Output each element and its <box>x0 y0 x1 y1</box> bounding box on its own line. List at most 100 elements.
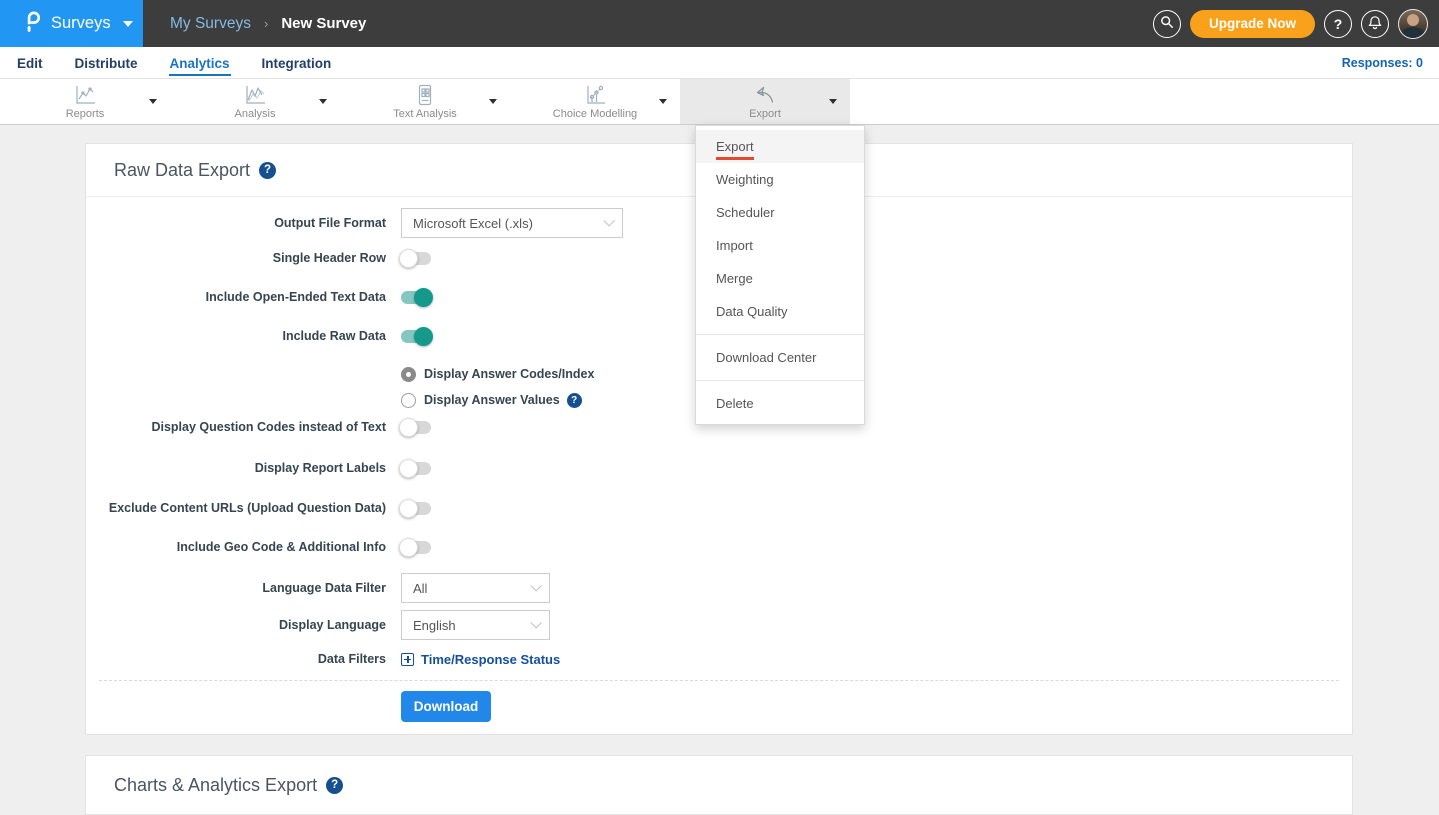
chevron-down-icon[interactable] <box>319 99 327 104</box>
geo-code-toggle[interactable] <box>401 541 431 554</box>
multi-line-chart-icon <box>242 83 268 107</box>
survey-nav: Edit Distribute Analytics Integration <box>0 47 1439 79</box>
menu-divider <box>696 380 864 381</box>
single-header-row-toggle[interactable] <box>401 252 431 265</box>
breadcrumb-my-surveys[interactable]: My Surveys <box>170 15 251 33</box>
chevron-down-icon[interactable] <box>829 99 837 104</box>
plus-square-icon <box>401 653 414 666</box>
toolbar-label: Analysis <box>235 108 276 120</box>
menu-item-download-center[interactable]: Download Center <box>696 341 864 374</box>
chevron-down-icon[interactable] <box>659 99 667 104</box>
field-label: Data Filters <box>86 652 386 666</box>
field-label: Display Language <box>86 618 386 632</box>
analytics-toolbar: Reports Analysis Text Analysis <box>0 79 1439 125</box>
field-label: Include Geo Code & Additional Info <box>86 540 386 554</box>
chevron-down-icon <box>530 617 541 628</box>
report-labels-row: Display Report Labels <box>86 458 1352 478</box>
menu-item-import[interactable]: Import <box>696 229 864 262</box>
field-label: Language Data Filter <box>86 581 386 595</box>
language-filter-row: Language Data Filter All <box>86 573 1352 603</box>
menu-item-weighting[interactable]: Weighting <box>696 163 864 196</box>
search-button[interactable] <box>1153 10 1181 38</box>
toolbar-label: Choice Modelling <box>553 108 637 120</box>
field-label: Single Header Row <box>86 251 386 265</box>
section-title: Charts & Analytics Export <box>114 775 317 796</box>
field-label: Display Question Codes instead of Text <box>86 420 386 434</box>
tab-edit[interactable]: Edit <box>16 50 44 76</box>
toolbar-item-export[interactable]: Export <box>680 79 850 124</box>
report-labels-toggle[interactable] <box>401 462 431 475</box>
include-open-ended-toggle[interactable] <box>401 291 431 304</box>
radio-label: Display Answer Codes/Index <box>424 367 594 381</box>
notifications-button[interactable] <box>1361 10 1389 38</box>
toolbar-item-text-analysis[interactable]: Text Analysis <box>340 79 510 124</box>
menu-item-delete[interactable]: Delete <box>696 387 864 420</box>
tab-integration[interactable]: Integration <box>261 50 333 76</box>
search-icon <box>1160 15 1174 32</box>
export-arrow-icon <box>752 83 778 107</box>
user-avatar[interactable] <box>1398 9 1428 39</box>
product-label: Surveys <box>51 14 111 33</box>
display-language-row: Display Language English <box>86 610 1352 640</box>
exclude-urls-row: Exclude Content URLs (Upload Question Da… <box>86 498 1352 518</box>
chevron-down-icon <box>603 215 614 226</box>
toolbar-label: Export <box>749 108 781 120</box>
exclude-urls-toggle[interactable] <box>401 502 431 515</box>
chevron-down-icon <box>530 580 541 591</box>
help-button[interactable]: ? <box>1324 10 1352 38</box>
topbar: Surveys My Surveys › New Survey Upgrade … <box>0 0 1439 47</box>
download-button[interactable]: Download <box>401 691 491 722</box>
geo-code-row: Include Geo Code & Additional Info <box>86 537 1352 557</box>
answer-codes-radio[interactable] <box>401 367 416 382</box>
toolbar-item-analysis[interactable]: Analysis <box>170 79 340 124</box>
help-circle-icon[interactable]: ? <box>326 777 343 794</box>
time-response-status-link[interactable]: Time/Response Status <box>401 652 560 667</box>
field-label: Include Open-Ended Text Data <box>86 290 386 304</box>
scatter-chart-icon <box>582 83 608 107</box>
radio-label: Display Answer Values <box>424 393 560 407</box>
product-switcher[interactable]: Surveys <box>0 0 143 47</box>
help-circle-icon[interactable]: ? <box>259 162 276 179</box>
export-dropdown-menu: Export Weighting Scheduler Import Merge … <box>695 125 865 425</box>
page-title: Raw Data Export <box>114 160 250 181</box>
question-mark-icon: ? <box>1334 16 1343 32</box>
card-header: Charts & Analytics Export ? <box>86 756 1352 814</box>
help-circle-icon[interactable]: ? <box>567 393 582 408</box>
responses-count: Responses: 0 <box>1342 47 1423 79</box>
answer-values-radio[interactable] <box>401 393 416 408</box>
menu-item-data-quality[interactable]: Data Quality <box>696 295 864 328</box>
breadcrumb-separator-icon: › <box>264 16 268 31</box>
chevron-down-icon[interactable] <box>149 99 157 104</box>
breadcrumb-current-survey: New Survey <box>281 15 366 32</box>
toolbar-label: Text Analysis <box>393 108 457 120</box>
language-filter-select[interactable]: All <box>401 573 550 603</box>
field-label: Exclude Content URLs (Upload Question Da… <box>86 501 386 515</box>
tab-distribute[interactable]: Distribute <box>74 50 139 76</box>
charts-analytics-export-card: Charts & Analytics Export ? <box>85 755 1353 815</box>
data-filters-row: Data Filters Time/Response Status <box>86 649 1352 669</box>
tab-analytics[interactable]: Analytics <box>169 50 231 76</box>
menu-item-merge[interactable]: Merge <box>696 262 864 295</box>
questionpro-logo-icon <box>22 8 41 39</box>
toolbar-item-choice-modelling[interactable]: Choice Modelling <box>510 79 680 124</box>
chevron-down-icon[interactable] <box>489 99 497 104</box>
include-raw-data-toggle[interactable] <box>401 330 431 343</box>
field-label: Include Raw Data <box>86 329 386 343</box>
upgrade-now-button[interactable]: Upgrade Now <box>1190 10 1315 38</box>
field-label: Display Report Labels <box>86 461 386 475</box>
breadcrumb: My Surveys › New Survey <box>170 0 366 47</box>
topbar-actions: Upgrade Now ? <box>1153 0 1428 47</box>
menu-item-export[interactable]: Export <box>696 130 864 163</box>
question-codes-toggle[interactable] <box>401 421 431 434</box>
toolbar-item-reports[interactable]: Reports <box>0 79 170 124</box>
display-language-select[interactable]: English <box>401 610 550 640</box>
menu-divider <box>696 334 864 335</box>
document-grid-icon <box>413 83 437 107</box>
field-label: Output File Format <box>86 216 386 230</box>
toolbar-label: Reports <box>66 108 105 120</box>
output-file-format-select[interactable]: Microsoft Excel (.xls) <box>401 208 623 238</box>
bell-icon <box>1368 15 1382 33</box>
line-chart-icon <box>72 83 98 107</box>
menu-item-scheduler[interactable]: Scheduler <box>696 196 864 229</box>
chevron-down-icon <box>123 21 133 27</box>
